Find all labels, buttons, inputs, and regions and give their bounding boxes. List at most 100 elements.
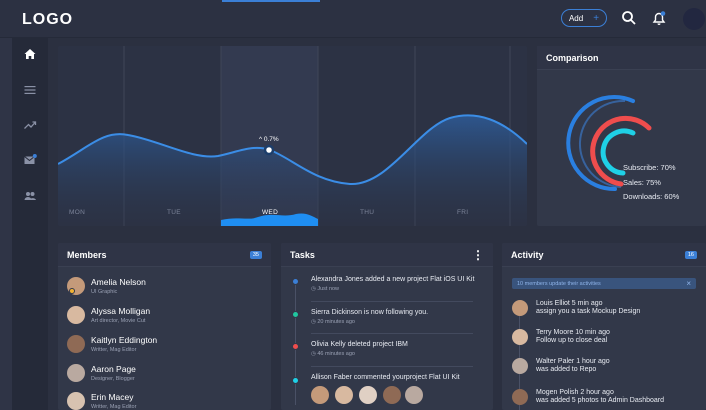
chart-tooltip: ^ 0.7% [259,136,279,143]
member-item[interactable]: Erin Macey Writter, Mag Editor [67,389,136,410]
task-item[interactable]: Olivia Kelly deleted project IBM ◷ 46 mi… [311,341,408,357]
avatar[interactable] [311,386,329,404]
member-role: Writter, Mag Editor [91,404,137,410]
avatar [67,392,85,410]
tasks-panel: Tasks ⋮ Alexandra Jones added a new proj… [281,243,493,410]
avatar [67,335,85,353]
activity-banner-text: 10 members update their activities [517,280,601,287]
timeline-dot [292,343,299,350]
task-time-text: 46 minutes ago [317,351,355,357]
left-edge [0,38,12,410]
member-name: Erin Macey [91,392,134,402]
member-name: Amelia Nelson [91,277,146,287]
member-item[interactable]: Kaitlyn Eddington Writter, Mag Editor [67,332,157,356]
activity-what: was added to Repo [536,366,597,373]
top-bar: LOGO Add + [0,0,706,38]
divider [311,333,473,334]
task-time: ◷ 20 minutes ago [311,319,355,325]
chart-marker[interactable] [263,144,275,156]
add-button[interactable]: Add + [561,9,607,27]
member-role: Writter, Mag Editor [91,347,137,353]
divider [311,301,473,302]
avatar [512,389,528,405]
legend-sales: Sales: 75% [623,178,661,187]
avatar[interactable] [405,386,423,404]
avatar [512,300,528,316]
avatar [512,329,528,345]
activity-who: Mogen Polish 2 hour ago [536,389,614,396]
timeline-dot [292,311,299,318]
activity-what: assign you a task Mockup Design [536,308,641,315]
timeline-dot [292,278,299,285]
activity-panel: Activity 16 10 members update their acti… [502,243,706,410]
avatar[interactable] [383,386,401,404]
legend-downloads: Downloads: 60% [623,192,680,201]
members-count-badge: 35 [249,250,262,259]
logo[interactable]: LOGO [22,11,73,29]
activity-what: Follow up to close deal [536,337,608,344]
activity-item[interactable]: Walter Paler 1 hour ago was added to Rep… [536,358,610,373]
user-avatar[interactable] [683,8,705,30]
task-time-text: Just now [317,286,340,292]
avatar [67,364,85,382]
avatar [67,277,85,295]
task-item[interactable]: Alexandra Jones added a new project Flat… [311,276,474,292]
task-text: Olivia Kelly deleted project IBM [311,341,408,348]
member-item[interactable]: Aaron Page Designer, Blogger [67,361,136,385]
task-time: ◷ 46 minutes ago [311,351,355,357]
member-item[interactable]: Alyssa Molligan Art director, Movie Cut [67,303,150,327]
status-dot [69,288,75,294]
member-role: Designer, Blogger [91,376,135,382]
task-item[interactable]: Sierra Dickinson is now following you. ◷… [311,309,428,325]
sidebar [12,38,48,410]
comparison-header: Comparison [537,46,706,70]
avatar[interactable] [335,386,353,404]
members-title: Members [67,249,107,260]
task-time-text: 20 minutes ago [317,319,355,325]
top-accent-line [222,0,320,2]
chart-area [58,46,527,226]
search-icon[interactable] [621,10,637,26]
weekly-chart [58,46,527,226]
day-label-wed[interactable]: WED [262,209,278,216]
activity-title: Activity [511,249,544,260]
users-icon[interactable] [23,189,37,203]
activity-item[interactable]: Mogen Polish 2 hour ago was added 5 phot… [536,389,664,404]
members-header: Members 35 [58,243,271,267]
day-label-fri: FRI [457,209,469,216]
legend-subscribe: Subscribe: 70% [623,163,676,172]
home-icon[interactable] [23,47,37,61]
mail-icon[interactable] [23,153,37,167]
member-name: Kaitlyn Eddington [91,335,158,345]
close-icon[interactable]: × [686,279,691,288]
more-menu-icon[interactable]: ⋮ [472,248,484,262]
tasks-title: Tasks [290,249,315,260]
member-name: Alyssa Molligan [91,306,151,316]
task-item[interactable]: Allison Faber commented yourproject Flat… [311,374,460,381]
bell-icon[interactable] [651,10,667,26]
divider [311,366,473,367]
avatar [67,306,85,324]
activity-banner[interactable]: 10 members update their activities × [512,278,696,289]
member-item[interactable]: Amelia Nelson UI Graphic [67,274,146,298]
avatar [512,358,528,374]
list-icon[interactable] [23,83,37,97]
activity-who: Walter Paler 1 hour ago [536,358,610,365]
plus-icon: + [593,12,600,24]
trending-icon[interactable] [23,118,37,132]
members-panel: Members 35 Amelia Nelson UI Graphic Alyss… [58,243,271,410]
task-time: ◷ Just now [311,286,340,292]
activity-count-badge: 16 [684,250,697,259]
member-role: UI Graphic [91,289,118,295]
comparison-rings [566,95,652,192]
task-text: Allison Faber commented yourproject Flat… [311,374,460,381]
activity-header: Activity 16 [502,243,706,267]
day-label-mon: MON [69,209,86,216]
activity-item[interactable]: Terry Moore 10 min ago Follow up to clos… [536,329,610,344]
activity-who: Louis Elliot 5 min ago [536,300,603,307]
avatar[interactable] [359,386,377,404]
comparison-title: Comparison [546,52,599,63]
activity-what: was added 5 photos to Admin Dashboard [536,397,665,404]
member-name: Aaron Page [91,364,136,374]
activity-item[interactable]: Louis Elliot 5 min ago assign you a task… [536,300,640,315]
